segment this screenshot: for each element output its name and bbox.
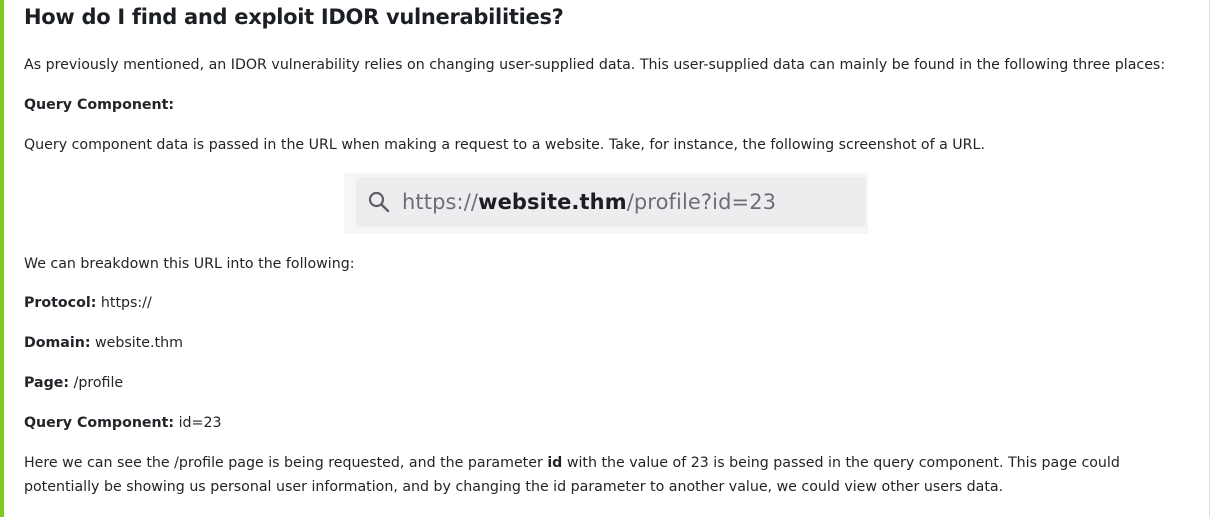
- page-value: /profile: [73, 375, 124, 391]
- section-paragraph: Query component data is passed in the UR…: [24, 137, 985, 153]
- domain-label: Domain:: [24, 335, 91, 351]
- url-protocol: https://: [402, 190, 479, 214]
- accent-bar: [0, 0, 4, 517]
- section-label: Query Component:: [24, 97, 175, 113]
- domain-value: website.thm: [95, 335, 183, 351]
- url-text: https://website.thm/profile?id=23: [402, 190, 776, 214]
- search-icon: [366, 189, 392, 215]
- breakdown-protocol: Protocol: https://: [24, 291, 152, 315]
- section-heading: Query Component:: [24, 93, 174, 117]
- conclusion-param: id: [547, 455, 563, 471]
- conclusion-before: Here we can see the /profile page is bei…: [24, 455, 548, 471]
- breakdown-page: Page: /profile: [24, 371, 123, 395]
- protocol-value: https://: [100, 295, 152, 311]
- breakdown-domain: Domain: website.thm: [24, 331, 183, 355]
- breakdown-query: Query Component: id=23: [24, 411, 222, 435]
- url-screenshot: https://website.thm/profile?id=23: [344, 173, 868, 234]
- intro-paragraph: As previously mentioned, an IDOR vulnera…: [24, 57, 1166, 73]
- breakdown-intro: We can breakdown this URL into the follo…: [24, 256, 355, 272]
- url-path: /profile?id=23: [626, 190, 777, 214]
- url-bar: https://website.thm/profile?id=23: [356, 177, 866, 227]
- query-value: id=23: [178, 415, 222, 431]
- protocol-label: Protocol:: [24, 295, 97, 311]
- query-label: Query Component:: [24, 415, 175, 431]
- conclusion-paragraph: Here we can see the /profile page is bei…: [24, 451, 1184, 499]
- page-title: How do I find and exploit IDOR vulnerabi…: [24, 5, 564, 29]
- url-domain: website.thm: [478, 190, 627, 214]
- page-label: Page:: [24, 375, 70, 391]
